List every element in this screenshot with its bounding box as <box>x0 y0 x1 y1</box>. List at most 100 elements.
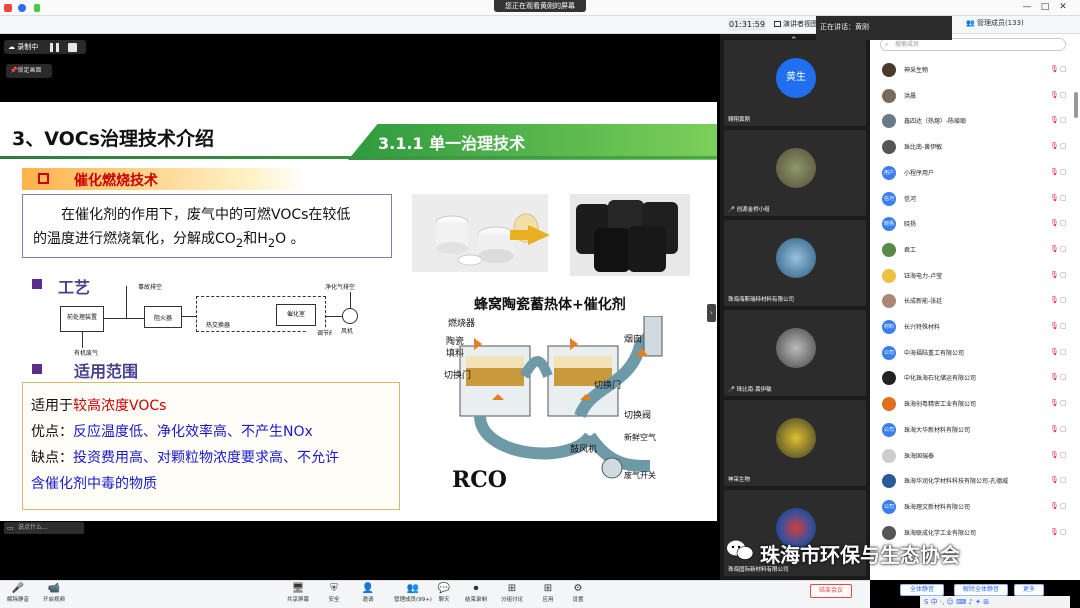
camera-off-icon[interactable]: ▢ <box>1060 194 1067 202</box>
member-row[interactable]: 神采生物 🎙 ▢ <box>882 60 1067 80</box>
toolbar-button-share-screen[interactable]: 🖥 共享屏幕 <box>282 582 314 603</box>
member-row[interactable]: 珠比南-黄伊敏 🎙 ▢ <box>882 137 1067 157</box>
video-tile[interactable]: 黄生 翱翔黄刚 <box>724 40 866 126</box>
member-row[interactable]: 君工 🎙 ▢ <box>882 240 1067 260</box>
member-row[interactable]: 公司 珠海大华新材料有限公司 🎙 ▢ <box>882 420 1067 440</box>
toolbar-button-record[interactable]: ⏺ 结束录制 <box>460 582 492 603</box>
toolbar-button-settings[interactable]: ⚙ 设置 <box>562 582 594 603</box>
video-tile[interactable]: 珠海海斯瑞特材料有限公司 <box>724 220 866 306</box>
pause-recording-button[interactable] <box>50 42 60 52</box>
member-row[interactable]: 材料 长兴特殊材料 🎙 ▢ <box>882 317 1067 337</box>
toolbar-button-breakout[interactable]: ⊞ 分组讨论 <box>496 582 528 603</box>
maximize-button[interactable]: □ <box>1038 2 1052 12</box>
toolbar-button-camera-off[interactable]: 📹 开启视频 <box>38 582 70 603</box>
mic-muted-icon[interactable]: 🎙 <box>1050 296 1059 304</box>
member-row[interactable]: 长成新能-张廷 🎙 ▢ <box>882 291 1067 311</box>
camera-off-icon[interactable]: ▢ <box>1060 476 1067 484</box>
toolbar-button-mic-muted[interactable]: 🎤 解除静音 <box>2 582 34 603</box>
member-row[interactable]: 钰海电力-卢莹 🎙 ▢ <box>882 266 1067 286</box>
mic-muted-icon[interactable]: 🎙 <box>1050 142 1059 150</box>
member-row[interactable]: 珠海华润化学材料科技有限公司-孔德威 🎙 ▢ <box>882 471 1067 491</box>
camera-off-icon[interactable]: ▢ <box>1060 116 1067 124</box>
stop-recording-button[interactable] <box>67 42 77 52</box>
camera-off-icon[interactable]: ▢ <box>1060 219 1067 227</box>
avatar <box>882 294 896 309</box>
toolbar-button-apps[interactable]: ⊞ 应用 <box>532 582 564 603</box>
mic-muted-icon[interactable]: 🎙 <box>1050 502 1059 510</box>
toolbar-label: 邀请 <box>362 597 374 603</box>
mic-muted-icon[interactable]: 🎙 <box>1050 476 1059 484</box>
more-button[interactable]: 更多 <box>1014 584 1044 596</box>
camera-off-icon[interactable]: ▢ <box>1060 271 1067 279</box>
mic-muted-icon[interactable]: 🎙 <box>1050 194 1059 202</box>
avatar <box>882 371 896 386</box>
member-row[interactable]: 珠海国瑞泰 🎙 ▢ <box>882 446 1067 466</box>
collapse-panel-handle[interactable]: › <box>707 304 716 322</box>
minimize-button[interactable]: — <box>1020 2 1034 12</box>
lock-screen-button[interactable]: 📌锁定画面 <box>6 64 52 78</box>
member-name: 珠海理文新材料有限公司 <box>904 503 971 511</box>
camera-off-icon[interactable]: ▢ <box>1060 296 1067 304</box>
chevron-up-icon[interactable]: ⌃ <box>790 36 798 46</box>
camera-off-icon[interactable]: ▢ <box>1060 168 1067 176</box>
toolbar-button-shield[interactable]: ⛨ 安全 <box>318 582 350 603</box>
member-row[interactable]: 用户 小程序用户 🎙 ▢ <box>882 163 1067 183</box>
unmute-all-button[interactable]: 解除全体静音 <box>954 584 1008 596</box>
member-row[interactable]: 公司 珠海理文新材料有限公司 🎙 ▢ <box>882 497 1067 517</box>
mic-muted-icon[interactable]: 🎙 <box>1050 451 1059 459</box>
mic-muted-icon[interactable]: 🎙 <box>1050 168 1059 176</box>
shield-icon: ⛨ <box>330 583 338 594</box>
shield-icon[interactable] <box>18 4 26 12</box>
video-tile[interactable]: 🎤 创源金桥小组 <box>724 130 866 216</box>
camera-off-icon[interactable]: ▢ <box>1060 91 1067 99</box>
camera-off-icon[interactable]: ▢ <box>1060 373 1067 381</box>
camera-off-icon[interactable]: ▢ <box>1060 348 1067 356</box>
mic-muted-icon[interactable]: 🎙 <box>1050 271 1059 279</box>
mic-muted-icon[interactable]: 🎙 <box>1050 399 1059 407</box>
camera-off-icon[interactable]: ▢ <box>1060 528 1067 536</box>
mic-muted-icon[interactable]: 🎙 <box>1050 425 1059 433</box>
mic-muted-icon[interactable]: 🎙 <box>1050 245 1059 253</box>
camera-off-icon[interactable]: ▢ <box>1060 65 1067 73</box>
view-mode-button[interactable]: 演讲者视图 <box>774 18 818 31</box>
mic-muted-icon[interactable]: 🎙 <box>1050 373 1059 381</box>
member-name: 鑫四达（热熔）-陈峻聪 <box>904 118 967 126</box>
member-row[interactable]: 晓扬 晓扬 🎙 ▢ <box>882 214 1067 234</box>
avatar <box>882 114 896 129</box>
apply-line: 适用于较高浓度VOCs <box>31 398 167 414</box>
end-meeting-button[interactable]: 结束会议 <box>810 584 852 598</box>
mic-muted-icon[interactable]: 🎙 <box>1050 348 1059 356</box>
mic-muted-icon[interactable]: 🎙 <box>1050 322 1059 330</box>
camera-off-icon[interactable]: ▢ <box>1060 245 1067 253</box>
mic-muted-icon[interactable]: 🎙 <box>1050 65 1059 73</box>
avatar: 材料 <box>882 320 896 334</box>
mic-muted-icon[interactable]: 🎙 <box>1050 116 1059 124</box>
mic-muted-icon[interactable]: 🎙 <box>1050 91 1059 99</box>
member-row[interactable]: 珠海创粤精密工业有限公司 🎙 ▢ <box>882 394 1067 414</box>
close-button[interactable]: ✕ <box>1056 2 1070 12</box>
camera-off-icon: 📹 <box>47 583 61 594</box>
camera-off-icon[interactable]: ▢ <box>1060 425 1067 433</box>
mic-muted-icon[interactable]: 🎙 <box>1050 219 1059 227</box>
camera-off-icon[interactable]: ▢ <box>1060 502 1067 510</box>
member-row[interactable]: 信河 信河 🎙 ▢ <box>882 189 1067 209</box>
member-list-scrollbar[interactable] <box>1074 92 1078 118</box>
member-row[interactable]: 洪晨 🎙 ▢ <box>882 86 1067 106</box>
member-row[interactable]: 中化珠海石化储运有限公司 🎙 ▢ <box>882 368 1067 388</box>
video-tile[interactable]: 神采生物 <box>724 400 866 486</box>
camera-off-icon[interactable]: ▢ <box>1060 451 1067 459</box>
member-row[interactable]: 鑫四达（热熔）-陈峻聪 🎙 ▢ <box>882 111 1067 131</box>
toolbar-button-invite[interactable]: 👤 邀请 <box>352 582 384 603</box>
ime-toolbar[interactable]: S 中 ·, ☺ ⌨ ♪ ✦ ⊞ <box>920 596 1070 608</box>
camera-off-icon[interactable]: ▢ <box>1060 399 1067 407</box>
video-tile[interactable]: 🎤 珠比南-黄伊敏 <box>724 310 866 396</box>
mic-muted-icon: 🎤 <box>728 207 735 213</box>
camera-off-icon[interactable]: ▢ <box>1060 322 1067 330</box>
record-icon: ⏺ <box>473 583 479 594</box>
mute-all-button[interactable]: 全体静音 <box>900 584 944 596</box>
chat-input[interactable]: ▭ 说点什么... <box>4 522 84 534</box>
mic-muted-icon[interactable]: 🎙 <box>1050 528 1059 536</box>
member-row[interactable]: 公司 中海福陆重工有限公司 🎙 ▢ <box>882 343 1067 363</box>
toolbar-button-chat[interactable]: 💬 聊天 <box>428 582 460 603</box>
camera-off-icon[interactable]: ▢ <box>1060 142 1067 150</box>
